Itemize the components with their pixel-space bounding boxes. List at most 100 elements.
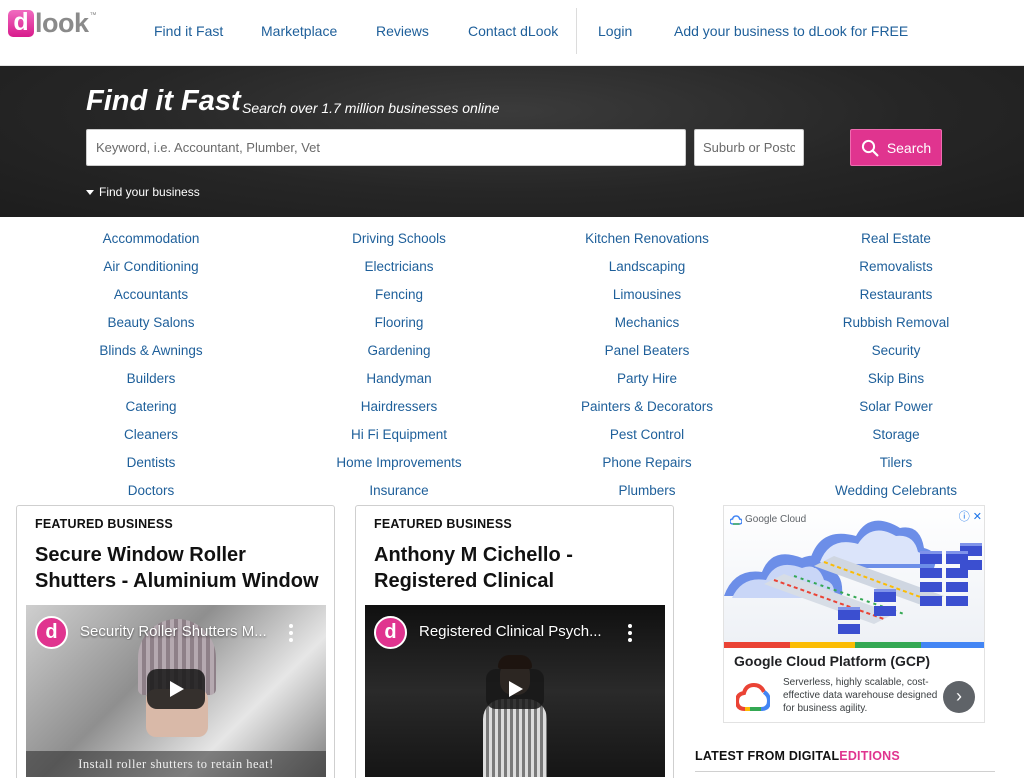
category-link[interactable]: Accountants <box>36 280 266 308</box>
gcp-logo-icon <box>736 683 770 711</box>
category-link[interactable]: Phone Repairs <box>532 448 762 476</box>
logo-mark: d <box>8 10 34 37</box>
category-link[interactable]: Real Estate <box>781 224 1011 252</box>
more-vert-icon[interactable] <box>627 624 633 642</box>
search-button-label: Search <box>886 139 932 156</box>
nav-reviews[interactable]: Reviews <box>376 23 429 39</box>
category-link[interactable]: Handyman <box>284 364 514 392</box>
category-link[interactable]: Flooring <box>284 308 514 336</box>
category-link[interactable]: Wedding Celebrants <box>781 476 1011 504</box>
video-player[interactable]: d Security Roller Shutters M... Install … <box>26 605 326 777</box>
nav-contact[interactable]: Contact dLook <box>468 23 558 39</box>
featured-label: FEATURED BUSINESS <box>35 517 173 531</box>
location-input[interactable] <box>694 129 804 166</box>
featured-card-1: FEATURED BUSINESS Secure Window Roller S… <box>16 505 335 778</box>
category-column-4: Real Estate Removalists Restaurants Rubb… <box>781 224 1011 504</box>
nav-find-it-fast[interactable]: Find it Fast <box>154 23 223 39</box>
ad-illustration: Google Cloud ⓘ ✕ <box>724 506 984 642</box>
video-title[interactable]: Security Roller Shutters M... <box>80 623 290 640</box>
nav-marketplace[interactable]: Marketplace <box>261 23 337 39</box>
top-bar: d look ™ Find it Fast Marketplace Review… <box>0 0 1024 66</box>
cloud-servers-illustration <box>724 520 982 634</box>
category-link[interactable]: Panel Beaters <box>532 336 762 364</box>
latest-heading: LATEST FROM DIGITALEDITIONS <box>695 749 900 763</box>
category-link[interactable]: Security <box>781 336 1011 364</box>
hero-title: Find it Fast <box>86 85 241 117</box>
category-link[interactable]: Doctors <box>36 476 266 504</box>
ad-color-blue <box>920 642 984 648</box>
video-player[interactable]: d Registered Clinical Psych... <box>365 605 665 777</box>
category-link[interactable]: Rubbish Removal <box>781 308 1011 336</box>
category-link[interactable]: Landscaping <box>532 252 762 280</box>
ad-colorbar <box>724 642 984 648</box>
category-link[interactable]: Plumbers <box>532 476 762 504</box>
category-link[interactable]: Builders <box>36 364 266 392</box>
category-link[interactable]: Gardening <box>284 336 514 364</box>
play-icon[interactable] <box>147 669 205 709</box>
featured-label: FEATURED BUSINESS <box>374 517 512 531</box>
nav-login[interactable]: Login <box>598 23 632 39</box>
find-business-toggle[interactable]: Find your business <box>86 185 200 199</box>
ad-color-yellow <box>789 642 855 648</box>
logo-trademark: ™ <box>89 12 97 19</box>
video-title[interactable]: Registered Clinical Psych... <box>419 623 629 640</box>
category-link[interactable]: Air Conditioning <box>36 252 266 280</box>
ad-color-green <box>855 642 921 648</box>
category-link[interactable]: Insurance <box>284 476 514 504</box>
category-link[interactable]: Limousines <box>532 280 762 308</box>
google-cloud-ad[interactable]: Google Cloud ⓘ ✕ Google Cloud Platform (… <box>723 505 985 723</box>
find-business-label: Find your business <box>99 185 200 199</box>
featured-card-2: FEATURED BUSINESS Anthony M Cichello - R… <box>355 505 674 778</box>
search-button[interactable]: Search <box>850 129 942 166</box>
nav-divider <box>576 8 577 54</box>
category-column-1: Accommodation Air Conditioning Accountan… <box>36 224 266 504</box>
adchoices-icon[interactable]: ⓘ <box>959 511 970 523</box>
featured-title[interactable]: Secure Window Roller Shutters - Aluminiu… <box>35 542 325 594</box>
category-link[interactable]: Tilers <box>781 448 1011 476</box>
category-link[interactable]: Cleaners <box>36 420 266 448</box>
ad-controls[interactable]: ⓘ ✕ <box>959 508 982 524</box>
category-link[interactable]: Party Hire <box>532 364 762 392</box>
video-caption: Install roller shutters to retain heat! <box>26 751 326 777</box>
ad-brand-label: Google Cloud <box>745 514 807 525</box>
ad-title[interactable]: Google Cloud Platform (GCP) <box>734 653 930 669</box>
play-icon[interactable] <box>486 669 544 709</box>
hero-subtitle: Search over 1.7 million businesses onlin… <box>242 100 500 116</box>
category-link[interactable]: Mechanics <box>532 308 762 336</box>
category-link[interactable]: Hi Fi Equipment <box>284 420 514 448</box>
dlook-logo[interactable]: d look ™ <box>8 10 97 40</box>
category-link[interactable]: Restaurants <box>781 280 1011 308</box>
category-link[interactable]: Dentists <box>36 448 266 476</box>
category-link[interactable]: Beauty Salons <box>36 308 266 336</box>
ad-description: Serverless, highly scalable, cost-effect… <box>783 677 938 714</box>
channel-avatar[interactable]: d <box>374 616 407 649</box>
category-link[interactable]: Home Improvements <box>284 448 514 476</box>
keyword-input[interactable] <box>86 129 686 166</box>
more-vert-icon[interactable] <box>288 624 294 642</box>
ad-brand: Google Cloud <box>730 514 806 525</box>
latest-heading-prefix: LATEST FROM DIGITAL <box>695 749 840 763</box>
category-link[interactable]: Electricians <box>284 252 514 280</box>
featured-title[interactable]: Anthony M Cichello - Registered Clinical <box>374 542 664 594</box>
channel-avatar[interactable]: d <box>35 616 68 649</box>
category-link[interactable]: Solar Power <box>781 392 1011 420</box>
category-link[interactable]: Driving Schools <box>284 224 514 252</box>
category-link[interactable]: Removalists <box>781 252 1011 280</box>
ad-color-red <box>724 642 790 648</box>
category-link[interactable]: Accommodation <box>36 224 266 252</box>
close-icon[interactable]: ✕ <box>973 511 982 523</box>
category-link[interactable]: Painters & Decorators <box>532 392 762 420</box>
category-link[interactable]: Fencing <box>284 280 514 308</box>
category-link[interactable]: Storage <box>781 420 1011 448</box>
category-link[interactable]: Skip Bins <box>781 364 1011 392</box>
category-link[interactable]: Kitchen Renovations <box>532 224 762 252</box>
category-link[interactable]: Pest Control <box>532 420 762 448</box>
category-link[interactable]: Blinds & Awnings <box>36 336 266 364</box>
nav-add-business[interactable]: Add your business to dLook for FREE <box>674 23 908 39</box>
chevron-right-icon[interactable]: › <box>943 681 975 713</box>
latest-heading-highlight: EDITIONS <box>839 749 900 763</box>
category-link[interactable]: Hairdressers <box>284 392 514 420</box>
google-cloud-icon <box>730 514 742 525</box>
category-link[interactable]: Catering <box>36 392 266 420</box>
category-column-3: Kitchen Renovations Landscaping Limousin… <box>532 224 762 504</box>
